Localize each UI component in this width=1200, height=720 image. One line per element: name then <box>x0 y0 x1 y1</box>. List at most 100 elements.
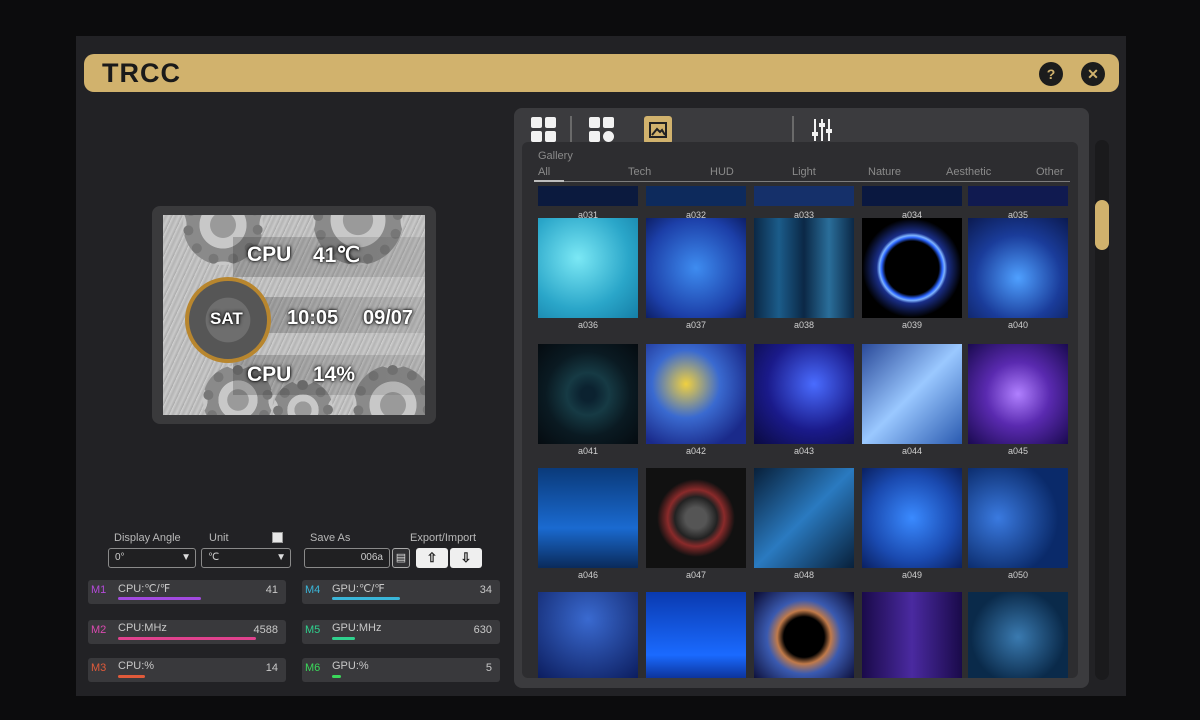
monitor-row[interactable]: M6 GPU:% 5 <box>302 658 500 682</box>
app-title: TRCC <box>102 58 181 88</box>
save-as-input[interactable]: 006a <box>304 548 390 568</box>
unit-checkbox[interactable] <box>272 532 283 543</box>
gallery-thumbnail-label: a038 <box>793 320 815 330</box>
monitor-row[interactable]: M3 CPU:% 14 <box>88 658 286 682</box>
close-icon[interactable]: ✕ <box>1081 62 1105 86</box>
monitor-name: GPU:MHz <box>332 622 382 634</box>
gallery-thumbnail-label: a044 <box>901 446 923 456</box>
save-as-value: 006a <box>360 552 383 563</box>
category-tab-hud[interactable]: HUD <box>710 166 734 178</box>
help-icon[interactable]: ? <box>1039 62 1063 86</box>
import-button[interactable]: ⇩ <box>450 548 482 568</box>
monitor-value: 630 <box>473 624 492 636</box>
monitor-row[interactable]: M1 CPU:℃/℉ 41 <box>88 580 286 604</box>
cpu-temp-value: 41℃ <box>313 244 360 267</box>
gallery-thumbnail[interactable] <box>754 468 854 568</box>
lcd-preview-frame: CPU 41℃ SAT 10:05 09/07 CPU 14% <box>152 206 436 424</box>
gallery-thumbnail[interactable] <box>862 344 962 444</box>
gallery-thumbnail[interactable] <box>754 344 854 444</box>
gallery-thumbnail[interactable] <box>646 344 746 444</box>
unit-label: Unit <box>209 532 229 544</box>
monitor-tag: M3 <box>91 662 107 674</box>
monitor-tag: M2 <box>91 624 107 636</box>
image-icon[interactable] <box>644 116 672 144</box>
gallery-thumbnail[interactable] <box>646 186 746 206</box>
category-tab-light[interactable]: Light <box>792 166 816 178</box>
category-tab-nature[interactable]: Nature <box>868 166 901 178</box>
cpu-temp-label: CPU <box>247 243 292 266</box>
toolbar-separator <box>792 116 794 144</box>
gallery-thumbnail-label: a048 <box>793 570 815 580</box>
monitor-bar <box>118 597 201 600</box>
gallery-thumbnail[interactable] <box>538 218 638 318</box>
gallery-panel: Gallery All Tech HUD Light Nature Aesthe… <box>514 108 1089 688</box>
save-icon[interactable]: ▤ <box>392 548 410 568</box>
export-import-label: Export/Import <box>410 532 477 544</box>
sliders-icon[interactable] <box>808 116 836 144</box>
gallery-thumbnail[interactable] <box>968 592 1068 678</box>
gallery-thumbnail[interactable] <box>862 186 962 206</box>
gallery-thumbnail[interactable] <box>862 592 962 678</box>
gallery-thumbnail[interactable] <box>968 344 1068 444</box>
gallery-thumbnail[interactable] <box>646 592 746 678</box>
monitor-row[interactable]: M2 CPU:MHz 4588 <box>88 620 286 644</box>
monitor-row[interactable]: M4 GPU:℃/℉ 34 <box>302 580 500 604</box>
day-label: SAT <box>210 309 243 328</box>
gallery-thumbnail-label: a039 <box>901 320 923 330</box>
display-angle-value: 0° <box>115 552 125 563</box>
category-divider <box>534 181 1070 182</box>
gallery-thumbnail[interactable] <box>754 592 854 678</box>
display-angle-select[interactable]: 0° ▼ <box>108 548 196 568</box>
gallery-thumbnail-label: a036 <box>577 320 599 330</box>
gallery-scroll-thumb[interactable] <box>1095 200 1109 250</box>
category-active-indicator <box>534 180 564 182</box>
gallery-thumbnail[interactable] <box>538 344 638 444</box>
gallery-thumbnail[interactable] <box>646 218 746 318</box>
layout-grid-icon[interactable] <box>530 116 558 144</box>
display-angle-label: Display Angle <box>114 532 181 544</box>
lcd-preview[interactable]: CPU 41℃ SAT 10:05 09/07 CPU 14% <box>163 215 425 415</box>
monitor-tag: M4 <box>305 584 321 596</box>
category-tab-tech[interactable]: Tech <box>628 166 651 178</box>
save-as-label: Save As <box>310 532 351 544</box>
gallery-thumbnail[interactable] <box>754 186 854 206</box>
gallery-thumbnail-label: a040 <box>1007 320 1029 330</box>
gallery-thumbnail[interactable] <box>968 186 1068 206</box>
unit-select[interactable]: ℃ ▼ <box>201 548 291 568</box>
export-button[interactable]: ⇧ <box>416 548 448 568</box>
monitor-bar <box>118 675 145 678</box>
category-tab-all[interactable]: All <box>538 166 550 178</box>
gallery-thumbnail[interactable] <box>754 218 854 318</box>
gallery-thumbnail-label: a043 <box>793 446 815 456</box>
gallery-thumbnail[interactable] <box>538 186 638 206</box>
monitor-value: 14 <box>265 662 278 674</box>
gallery-thumbnail[interactable] <box>862 218 962 318</box>
gallery-thumbnail[interactable] <box>646 468 746 568</box>
monitor-name: CPU:℃/℉ <box>118 583 171 595</box>
date-value: 09/07 <box>363 307 414 329</box>
monitor-value: 5 <box>485 662 492 674</box>
monitor-tag: M6 <box>305 662 321 674</box>
gallery-thumbnail-label: a045 <box>1007 446 1029 456</box>
monitor-tag: M1 <box>91 584 107 596</box>
monitor-bar <box>332 637 355 640</box>
category-tab-aesthetic[interactable]: Aesthetic <box>946 166 991 178</box>
gallery-thumbnail[interactable] <box>538 592 638 678</box>
monitor-row[interactable]: M5 GPU:MHz 630 <box>302 620 500 644</box>
gallery-title: Gallery <box>538 150 573 162</box>
gallery-thumbnail[interactable] <box>862 468 962 568</box>
gallery-thumbnail-label: a041 <box>577 446 599 456</box>
app-window: TRCC ? ✕ CPU 41℃ SAT 10:05 09/07 CPU 14%… <box>76 36 1126 696</box>
gallery-thumbnail-label: a050 <box>1007 570 1029 580</box>
monitor-bar <box>332 675 341 678</box>
cloud-grid-icon[interactable] <box>588 116 616 144</box>
title-bar: TRCC ? ✕ <box>84 54 1119 92</box>
monitor-tag: M5 <box>305 624 321 636</box>
gallery-thumbnail[interactable] <box>968 218 1068 318</box>
category-tab-other[interactable]: Other <box>1036 166 1064 178</box>
monitor-bar <box>332 597 400 600</box>
toolbar-separator <box>570 116 572 144</box>
gallery-thumbnail[interactable] <box>968 468 1068 568</box>
gallery-thumbnail[interactable] <box>538 468 638 568</box>
caret-down-icon: ▼ <box>181 552 191 563</box>
